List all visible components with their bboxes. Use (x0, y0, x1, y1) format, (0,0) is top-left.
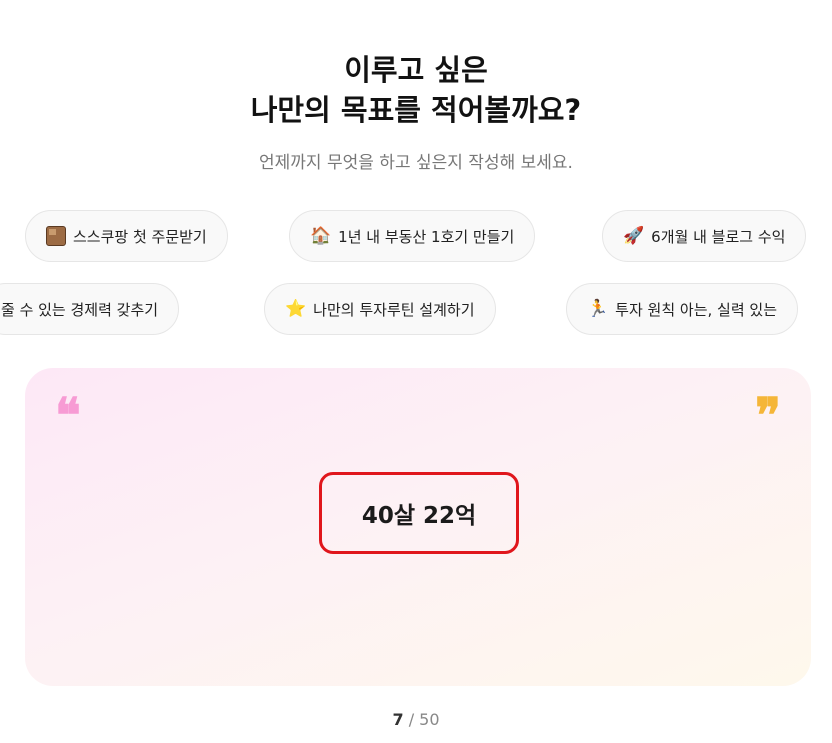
house-icon: 🏠 (310, 225, 332, 246)
chip-label: 스스쿠팡 첫 주문받기 (73, 227, 207, 246)
suggestion-chip-routine[interactable]: ⭐ 나만의 투자루틴 설계하기 (264, 283, 496, 335)
char-count-separator: / (403, 710, 420, 729)
suggestion-chip-coupang[interactable]: 스스쿠팡 첫 주문받기 (25, 210, 228, 262)
goal-card[interactable]: ❝ ❞ 40살 22억 (25, 368, 811, 686)
suggestion-row-2: 줄 수 있는 경제력 갖추기 ⭐ 나만의 투자루틴 설계하기 🏃 투자 원칙 아… (0, 283, 832, 339)
close-quote-icon: ❞ (755, 388, 781, 444)
open-quote-icon: ❝ (55, 388, 81, 444)
chip-label: 1년 내 부동산 1호기 만들기 (338, 227, 515, 246)
box-icon (46, 226, 66, 246)
page-title: 이루고 싶은 나만의 목표를 적어볼까요? (0, 50, 832, 130)
title-line-2: 나만의 목표를 적어볼까요? (250, 93, 582, 127)
star-icon: ⭐ (285, 298, 307, 319)
suggestion-chip-blog[interactable]: 🚀 6개월 내 블로그 수익 (602, 210, 807, 262)
suggestion-chip-principles[interactable]: 🏃 투자 원칙 아는, 실력 있는 (566, 283, 799, 335)
suggestion-chip-finance[interactable]: 줄 수 있는 경제력 갖추기 (0, 283, 180, 335)
goal-text[interactable]: 40살 22억 (319, 472, 519, 554)
chip-label: 6개월 내 블로그 수익 (651, 227, 786, 246)
page-subtitle: 언제까지 무엇을 하고 싶은지 작성해 보세요. (259, 153, 573, 173)
char-count-max: 50 (419, 710, 440, 729)
title-line-1: 이루고 싶은 (344, 53, 488, 87)
suggestion-chip-real-estate[interactable]: 🏠 1년 내 부동산 1호기 만들기 (289, 210, 536, 262)
rocket-icon: 🚀 (623, 225, 645, 246)
char-count-current: 7 (392, 710, 404, 729)
chip-label: 투자 원칙 아는, 실력 있는 (615, 300, 778, 319)
chip-label: 줄 수 있는 경제력 갖추기 (1, 300, 159, 319)
suggestion-row-1: 스스쿠팡 첫 주문받기 🏠 1년 내 부동산 1호기 만들기 🚀 6개월 내 블… (0, 210, 832, 266)
runner-icon: 🏃 (587, 298, 609, 319)
chip-label: 나만의 투자루틴 설계하기 (313, 300, 475, 319)
char-counter: 7 / 50 (0, 710, 832, 729)
